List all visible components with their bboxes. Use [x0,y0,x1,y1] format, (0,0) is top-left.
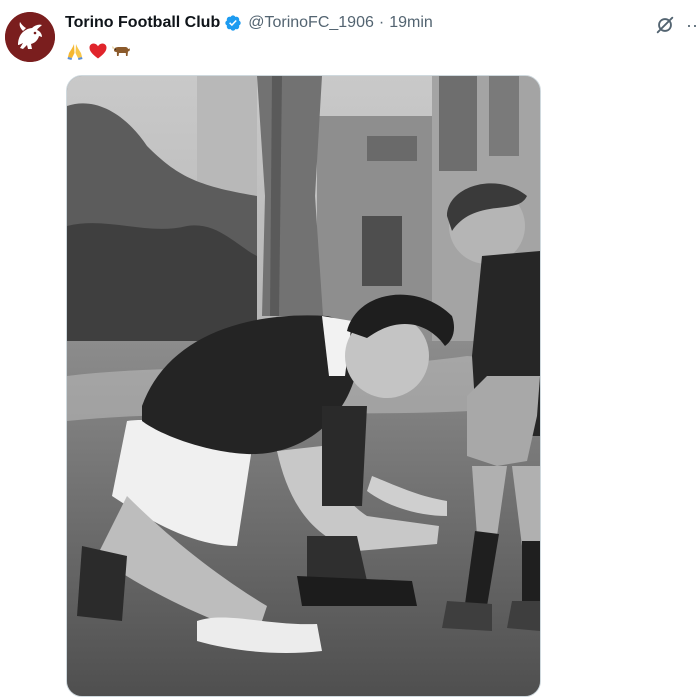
tweet-text [65,40,131,62]
tweet-header: Torino Football Club @TorinoFC_1906 · 19… [65,11,433,35]
avatar[interactable] [5,12,55,62]
separator-dot: · [378,14,385,31]
user-handle[interactable]: @TorinoFC_1906 [248,14,374,32]
display-name[interactable]: Torino Football Club [65,14,220,32]
photo-vintage-player-tying-boy-sock [67,76,540,696]
tweet-photo[interactable] [66,75,541,697]
grok-icon[interactable] [654,14,676,36]
ox-emoji-icon [111,41,131,61]
red-heart-emoji-icon [88,41,108,61]
tweet-actions-top: ··· [654,14,700,36]
timestamp[interactable]: 19min [389,14,433,32]
verified-badge-icon [224,14,242,32]
torino-bull-logo-icon [5,12,55,62]
more-icon[interactable]: ··· [686,15,700,35]
pray-emoji-icon [65,41,85,61]
tweet-card: Torino Football Club @TorinoFC_1906 · 19… [0,0,700,697]
